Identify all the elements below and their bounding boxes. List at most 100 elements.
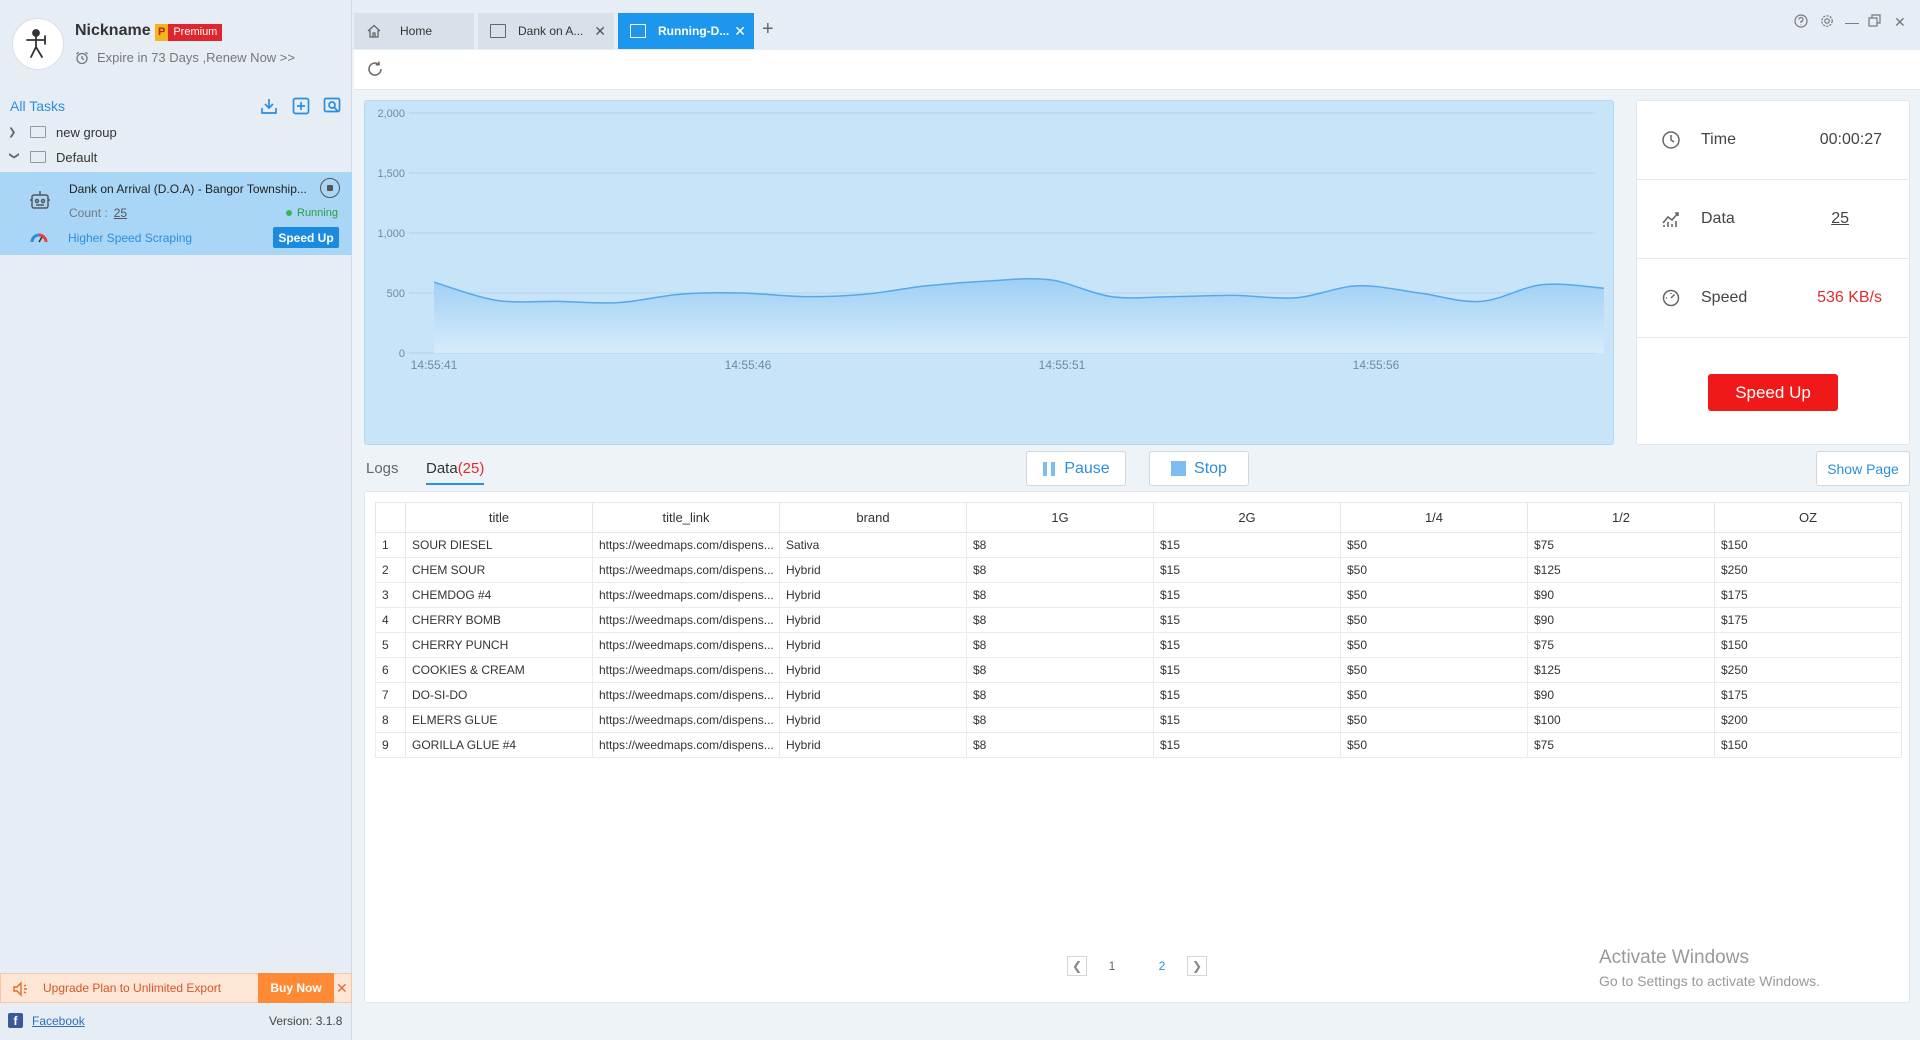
close-window-icon[interactable]: ✕: [1894, 14, 1906, 31]
column-header[interactable]: brand: [779, 502, 967, 533]
restore-icon[interactable]: [1868, 14, 1881, 30]
column-header[interactable]: OZ: [1714, 502, 1902, 533]
version-label: Version: 3.1.8: [269, 1014, 343, 1028]
data-table-panel: title title_link brand 1G 2G 1/4 1/2 OZ 1 SOUR D…: [364, 491, 1910, 1003]
stop-button[interactable]: Stop: [1149, 451, 1249, 486]
higher-speed-link[interactable]: Higher Speed Scraping: [68, 231, 192, 245]
import-icon[interactable]: [259, 96, 279, 116]
search-task-icon[interactable]: [322, 96, 342, 116]
group-default[interactable]: ❯ Default: [0, 145, 352, 169]
table-cell: $8: [966, 607, 1154, 633]
close-icon[interactable]: ✕: [734, 23, 746, 40]
stat-speed-label: Speed: [1701, 289, 1748, 306]
tab-dank-on-arrival[interactable]: Dank on A... ✕: [478, 13, 614, 49]
stat-data-value[interactable]: 25: [1831, 210, 1849, 228]
table-cell: https://weedmaps.com/dispens...: [592, 557, 780, 583]
facebook-link[interactable]: Facebook: [32, 1014, 85, 1028]
table-cell: $250: [1714, 657, 1902, 683]
task-status: Running: [286, 207, 338, 219]
stat-speed: Speed 536 KB/s: [1637, 259, 1909, 338]
close-icon[interactable]: ✕: [336, 980, 348, 997]
table-cell: $175: [1714, 582, 1902, 608]
table-row[interactable]: 8 ELMERS GLUE https://weedmaps.com/dispens…: [375, 707, 1902, 733]
table-cell: https://weedmaps.com/dispens...: [592, 657, 780, 683]
table-header-row: title title_link brand 1G 2G 1/4 1/2 OZ: [375, 502, 1902, 533]
task-count: Count : 25: [69, 206, 127, 220]
table-row[interactable]: 2 CHEM SOUR https://weedmaps.com/dispens..…: [375, 557, 1902, 583]
tab-data[interactable]: Data(25): [426, 460, 485, 485]
task-speed-up-button[interactable]: Speed Up: [273, 227, 339, 248]
table-row[interactable]: 3 CHEMDOG #4 https://weedmaps.com/dispens.…: [375, 582, 1902, 608]
column-header[interactable]: title: [405, 502, 593, 533]
table-cell: $150: [1714, 632, 1902, 658]
table-cell: Hybrid: [779, 582, 967, 608]
task-title[interactable]: Dank on Arrival (D.O.A) - Bangor Townshi…: [69, 182, 319, 196]
page-1[interactable]: 1: [1087, 959, 1137, 973]
task-stop-button[interactable]: [320, 178, 340, 198]
show-page-button[interactable]: Show Page: [1816, 451, 1910, 486]
gear-icon[interactable]: [1820, 14, 1834, 31]
add-tab-icon[interactable]: +: [762, 18, 774, 41]
nickname[interactable]: Nickname: [75, 22, 151, 40]
table-row[interactable]: 5 CHERRY PUNCH https://weedmaps.com/dispen…: [375, 632, 1902, 658]
tab-logs[interactable]: Logs: [366, 460, 399, 477]
table-row[interactable]: 9 GORILLA GLUE #4 https://weedmaps.com/dis…: [375, 732, 1902, 758]
close-icon[interactable]: ✕: [594, 23, 606, 40]
buy-now-button[interactable]: Buy Now: [258, 973, 334, 1003]
alarm-clock-icon: [76, 51, 88, 64]
table-cell: $15: [1153, 632, 1341, 658]
activate-windows-subtitle: Go to Settings to activate Windows.: [1599, 973, 1820, 989]
column-header[interactable]: 1/4: [1340, 502, 1528, 533]
table-row[interactable]: 1 SOUR DIESEL https://weedmaps.com/dispens…: [375, 532, 1902, 558]
tab-home[interactable]: Home: [354, 13, 474, 49]
stat-data-label: Data: [1701, 210, 1735, 227]
column-header[interactable]: [375, 502, 406, 533]
upgrade-bar: Upgrade Plan to Unlimited Export Buy Now…: [0, 973, 352, 1003]
help-icon[interactable]: [1794, 14, 1808, 31]
next-page-icon[interactable]: ❯: [1187, 956, 1207, 976]
column-header[interactable]: 1G: [966, 502, 1154, 533]
avatar[interactable]: [12, 18, 64, 70]
expire-notice[interactable]: Expire in 73 Days ,Renew Now >>: [75, 50, 295, 65]
table-cell: Hybrid: [779, 657, 967, 683]
table-row[interactable]: 4 CHERRY BOMB https://weedmaps.com/dispens…: [375, 607, 1902, 633]
add-task-icon[interactable]: [291, 96, 311, 116]
column-header[interactable]: title_link: [592, 502, 780, 533]
tab-bar: Home Dank on A... ✕ Running-D... ✕ + — ✕: [352, 0, 1920, 50]
x-tick-label: 14:55:51: [1039, 358, 1086, 372]
clock-icon: [1662, 131, 1680, 149]
table-cell: 1: [375, 532, 406, 558]
refresh-icon[interactable]: [366, 60, 384, 78]
speed-up-button[interactable]: Speed Up: [1708, 374, 1838, 411]
table-cell: Sativa: [779, 532, 967, 558]
prev-page-icon[interactable]: ❮: [1067, 956, 1087, 976]
table-row[interactable]: 7 DO-SI-DO https://weedmaps.com/dispens...…: [375, 682, 1902, 708]
table-cell: $125: [1527, 557, 1715, 583]
stats-panel: Time 00:00:27 Data 25 Speed 536 KB/s Spe…: [1636, 100, 1910, 445]
table-cell: 3: [375, 582, 406, 608]
facebook-icon[interactable]: f: [8, 1013, 23, 1028]
minimize-icon[interactable]: —: [1845, 14, 1859, 30]
table-cell: $8: [966, 532, 1154, 558]
task-item[interactable]: Dank on Arrival (D.O.A) - Bangor Townshi…: [0, 172, 352, 255]
tab-running[interactable]: Running-D... ✕: [618, 13, 754, 49]
column-header[interactable]: 2G: [1153, 502, 1341, 533]
folder-icon: [30, 151, 46, 163]
speed-gauge-icon: [30, 233, 48, 243]
table-cell: $250: [1714, 557, 1902, 583]
pause-button[interactable]: Pause: [1026, 451, 1126, 486]
task-count-value[interactable]: 25: [114, 206, 127, 220]
all-tasks-label[interactable]: All Tasks: [10, 98, 65, 114]
task-status-text: Running: [297, 207, 338, 219]
speedometer-icon: [1662, 289, 1680, 307]
table-row[interactable]: 6 COOKIES & CREAM https://weedmaps.com/dis…: [375, 657, 1902, 683]
group-label: new group: [56, 124, 117, 140]
page-2[interactable]: 2: [1137, 959, 1187, 973]
chevron-right-icon[interactable]: ❯: [8, 127, 20, 138]
table-cell: $75: [1527, 732, 1715, 758]
group-new-group[interactable]: ❯ new group: [0, 120, 352, 144]
column-header[interactable]: 1/2: [1527, 502, 1715, 533]
chevron-down-icon[interactable]: ❯: [9, 151, 20, 163]
y-tick-label: 1,500: [377, 168, 405, 180]
series-area: [434, 278, 1604, 353]
